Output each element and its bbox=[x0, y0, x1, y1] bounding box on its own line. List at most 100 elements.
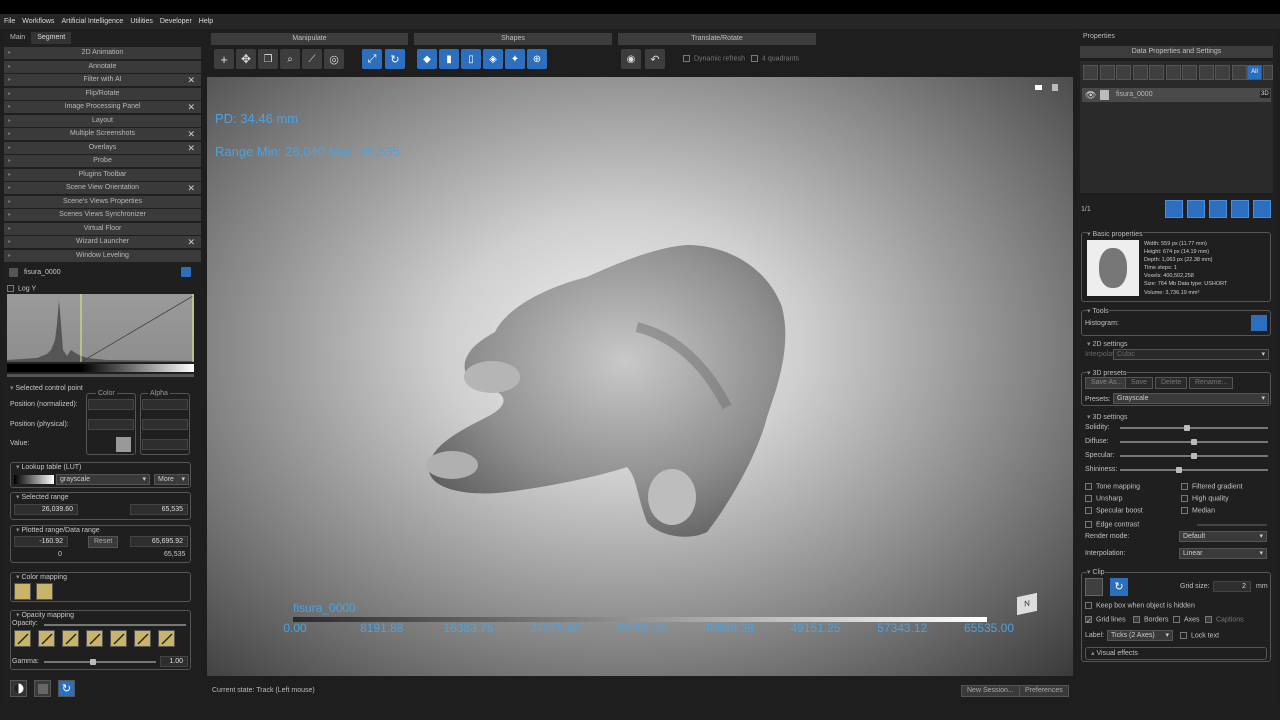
layers-icon[interactable] bbox=[1116, 65, 1131, 80]
square-icon[interactable] bbox=[34, 680, 51, 697]
plugin-item[interactable]: ▸ Wizard Launcher ✕ bbox=[4, 236, 201, 248]
label-dropdown[interactable]: Ticks (2 Axes) bbox=[1107, 630, 1173, 641]
color-map-linear-icon[interactable] bbox=[14, 583, 31, 600]
setting-checkbox-row[interactable]: Unsharp bbox=[1085, 495, 1122, 502]
delete-icon[interactable] bbox=[1253, 200, 1271, 218]
contrast-icon[interactable] bbox=[10, 680, 27, 697]
close-icon[interactable]: ✕ bbox=[187, 142, 195, 154]
checkbox[interactable] bbox=[1085, 483, 1092, 490]
opacity-slider[interactable] bbox=[44, 624, 186, 626]
clip-reset-icon[interactable]: ↻ bbox=[1110, 578, 1128, 596]
all-filter-button[interactable]: All bbox=[1247, 65, 1262, 80]
grid-size-field[interactable]: 2 bbox=[1213, 581, 1251, 592]
slider-knob[interactable] bbox=[1191, 439, 1197, 445]
sphere-icon[interactable]: ⊕ bbox=[527, 49, 547, 69]
lock-text-checkbox[interactable] bbox=[1180, 632, 1187, 639]
plugin-item[interactable]: ▸ Multiple Screenshots ✕ bbox=[4, 128, 201, 140]
menu-help[interactable]: Help bbox=[199, 18, 213, 25]
setting-checkbox-row[interactable]: Median bbox=[1181, 507, 1215, 514]
histogram-icon[interactable] bbox=[1251, 315, 1267, 331]
reset-button[interactable]: Reset bbox=[88, 536, 119, 548]
wave-icon[interactable] bbox=[1215, 65, 1230, 80]
menu-utilities[interactable]: Utilities bbox=[130, 18, 153, 25]
group-translate-rotate[interactable]: Translate/Rotate bbox=[618, 33, 816, 45]
mesh-icon[interactable] bbox=[1149, 65, 1164, 80]
menu-developer[interactable]: Developer bbox=[160, 18, 192, 25]
table-icon[interactable] bbox=[1083, 65, 1098, 80]
group-manipulate[interactable]: Manipulate bbox=[211, 33, 408, 45]
plugin-item[interactable]: ▸ Overlays ✕ bbox=[4, 141, 201, 154]
new-icon[interactable] bbox=[1187, 200, 1205, 218]
checkbox[interactable] bbox=[1181, 495, 1188, 502]
opacity-peak-icon[interactable] bbox=[86, 630, 103, 647]
gamma-knob[interactable] bbox=[90, 659, 96, 665]
menu-ai[interactable]: Artificial Intelligence bbox=[61, 18, 123, 25]
log-y-checkbox[interactable] bbox=[7, 285, 14, 292]
lut-dropdown[interactable]: grayscale bbox=[56, 474, 150, 485]
opacity-ramp-icon[interactable] bbox=[38, 630, 55, 647]
histogram-plot[interactable] bbox=[7, 294, 194, 363]
plugin-item[interactable]: ▸ Image Processing Panel ✕ bbox=[4, 101, 201, 113]
color-map-step-icon[interactable] bbox=[36, 583, 53, 600]
edit-icon[interactable] bbox=[1099, 65, 1115, 80]
selected-range-max[interactable]: 65,535 bbox=[130, 504, 188, 515]
tab-segment[interactable]: Segment bbox=[31, 32, 72, 44]
group-shapes[interactable]: Shapes bbox=[414, 33, 612, 45]
checkbox[interactable] bbox=[1085, 507, 1092, 514]
plugin-item[interactable]: ▸ Probe bbox=[4, 155, 201, 167]
eye-icon[interactable]: 👁 bbox=[1085, 90, 1096, 101]
close-icon[interactable]: ✕ bbox=[187, 101, 195, 113]
grid-icon[interactable] bbox=[1198, 65, 1214, 80]
visibility-icon[interactable] bbox=[1263, 65, 1273, 80]
plotted-range-max[interactable]: 65,695.92 bbox=[130, 536, 188, 547]
render-mode-dropdown[interactable]: Default bbox=[1179, 531, 1267, 542]
plugin-item[interactable]: ▸ Scenes Views Synchronizer bbox=[4, 209, 201, 221]
visual-effects-title[interactable]: Visual effects bbox=[1096, 650, 1137, 657]
checkbox[interactable] bbox=[1085, 495, 1092, 502]
preferences-button[interactable]: Preferences bbox=[1019, 685, 1069, 697]
trash-icon[interactable]: ▯ bbox=[461, 49, 481, 69]
close-icon[interactable]: ✕ bbox=[187, 182, 195, 194]
checkbox[interactable] bbox=[1085, 521, 1092, 528]
interp3d-dropdown[interactable]: Linear bbox=[1179, 548, 1267, 559]
object-settings-icon[interactable] bbox=[181, 267, 191, 277]
gamma-field[interactable]: 1.00 bbox=[160, 656, 188, 667]
slider-knob[interactable] bbox=[1191, 453, 1197, 459]
crosshair-icon[interactable]: + bbox=[214, 49, 234, 69]
opacity-curve-icon[interactable] bbox=[158, 630, 175, 647]
keep-box-checkbox[interactable] bbox=[1085, 602, 1092, 609]
export-icon[interactable] bbox=[1231, 200, 1249, 218]
close-icon[interactable]: ✕ bbox=[187, 74, 195, 86]
cube-icon[interactable]: ◆ bbox=[417, 49, 437, 69]
clip-box-icon[interactable] bbox=[1085, 578, 1103, 596]
new-session-button[interactable]: New Session... bbox=[961, 685, 1020, 697]
setting-checkbox-row[interactable]: Specular boost bbox=[1085, 507, 1143, 514]
axes-checkbox[interactable] bbox=[1173, 616, 1180, 623]
duplicate-icon[interactable] bbox=[1165, 200, 1183, 218]
shape3d-icon[interactable] bbox=[1165, 65, 1181, 80]
rename-button[interactable]: Rename... bbox=[1189, 377, 1234, 389]
data-props-header[interactable]: Data Properties and Settings bbox=[1080, 46, 1273, 58]
menu-workflows[interactable]: Workflows bbox=[22, 18, 54, 25]
camera-reset-icon[interactable]: ◉ bbox=[621, 49, 641, 69]
close-icon[interactable]: ✕ bbox=[187, 236, 195, 248]
plugin-item[interactable]: ▸ Scene View Orientation ✕ bbox=[4, 182, 201, 194]
four-quadrants-checkbox[interactable] bbox=[751, 55, 758, 62]
plugin-item[interactable]: ▸ Filter with AI ✕ bbox=[4, 74, 201, 86]
import-icon[interactable] bbox=[1209, 200, 1227, 218]
edge-contrast-slider[interactable] bbox=[1197, 524, 1267, 526]
borders-checkbox[interactable] bbox=[1133, 616, 1140, 623]
setting-checkbox-row[interactable]: Filtered gradient bbox=[1181, 483, 1243, 490]
object-row[interactable] bbox=[1082, 88, 1271, 102]
alpha-pos-physical-field[interactable] bbox=[142, 419, 188, 430]
tab-main[interactable]: Main bbox=[4, 32, 31, 44]
opacity-plateau-icon[interactable] bbox=[110, 630, 127, 647]
undo-icon[interactable]: ↶ bbox=[645, 49, 665, 69]
captions-checkbox[interactable] bbox=[1205, 616, 1212, 623]
delete-button[interactable]: Delete bbox=[1155, 377, 1188, 389]
plugin-item[interactable]: ▸ Scene's Views Properties bbox=[4, 195, 201, 208]
checkbox[interactable] bbox=[1181, 507, 1188, 514]
move-icon[interactable]: ✥ bbox=[236, 49, 256, 69]
window-level-icon[interactable]: ⟋ bbox=[302, 49, 322, 69]
plugin-item[interactable]: ▸ Plugins Toolbar bbox=[4, 168, 201, 181]
